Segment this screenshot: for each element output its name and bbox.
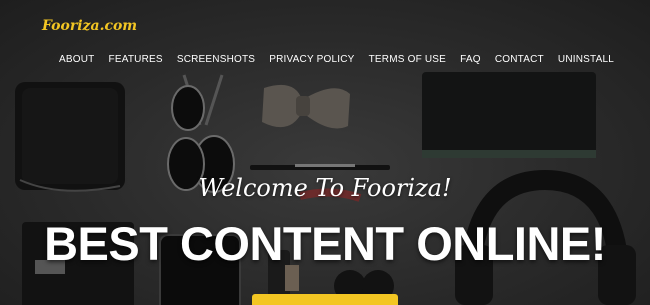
nav-link-about[interactable]: ABOUT [55,52,98,67]
hero-cta-button[interactable] [252,294,398,305]
notebook-icon [422,72,596,158]
hero-headline: BEST CONTENT ONLINE! [44,217,606,270]
brand-logo[interactable]: Fooriza.com [42,18,137,34]
hero-section: Fooriza.com ABOUT FEATURES SCREENSHOTS P… [0,0,650,305]
hero-welcome-text: Welcome To Fooriza! [198,174,452,202]
nav-link-screenshots[interactable]: SCREENSHOTS [173,52,259,67]
nav-link-features[interactable]: FEATURES [105,52,167,67]
nav-link-terms-of-use[interactable]: TERMS OF USE [365,52,450,67]
nav-link-uninstall[interactable]: UNINSTALL [554,52,618,67]
main-nav: ABOUT FEATURES SCREENSHOTS PRIVACY POLIC… [55,52,618,67]
nav-link-contact[interactable]: CONTACT [491,52,548,67]
nav-link-privacy-policy[interactable]: PRIVACY POLICY [265,52,358,67]
nav-link-faq[interactable]: FAQ [456,52,485,67]
pen-icon [250,164,390,170]
bow-tie-icon [262,84,350,129]
